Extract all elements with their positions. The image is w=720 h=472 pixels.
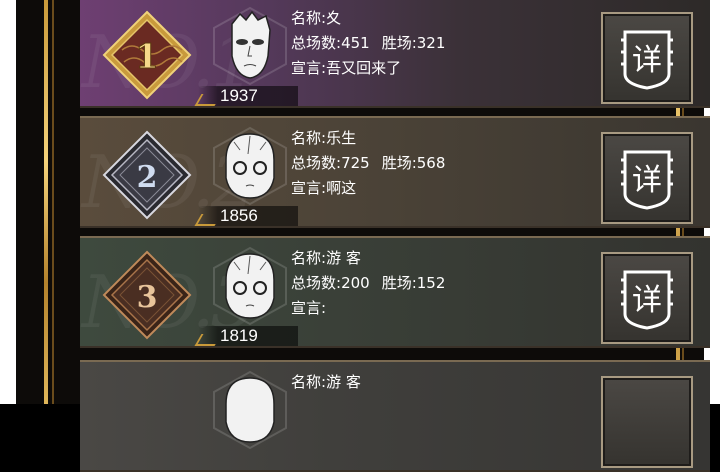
player-score: 1856 <box>220 206 258 225</box>
stats-line: 总场数:451 胜场:321 <box>291 34 446 52</box>
player-name: 游 客 <box>326 373 361 391</box>
detail-button[interactable]: 详 <box>601 132 693 224</box>
total-matches: 725 <box>341 154 370 172</box>
detail-button[interactable] <box>601 376 693 468</box>
detail-scroll-icon: 详 <box>621 150 673 210</box>
rank-badge-gold-icon: 1 <box>102 10 192 100</box>
player-score: 1819 <box>220 326 258 345</box>
leaderboard-row-3[interactable]: NO.3 3 1819 名称:游 客 总场数:200胜场:152 <box>80 236 710 348</box>
rank-number: 2 <box>137 160 158 195</box>
player-info: 名称:游 客 总场数:200 胜场:152 宣言: <box>291 246 445 321</box>
player-mask-avatar-icon <box>213 370 287 450</box>
player-name: 游 客 <box>326 249 361 267</box>
player-mask-avatar-icon <box>213 6 287 86</box>
detail-scroll-icon: 详 <box>621 30 673 90</box>
leaderboard-row-1[interactable]: NO.1 1 1937 名称:夊 总场数:451胜场:321 <box>80 0 710 108</box>
player-info: 名称:夊 总场数:451 胜场:321 宣言:吾又回来了 <box>291 6 445 81</box>
player-motto: 吾又回来了 <box>326 59 402 77</box>
player-name: 夊 <box>326 9 342 27</box>
motto-line: 宣言:啊这 <box>291 179 357 197</box>
name-line: 名称:游 客 <box>291 373 361 391</box>
left-screen-edge <box>0 0 16 404</box>
leaderboard-panel: NO.1 1 1937 名称:夊 总场数:451胜场:321 <box>16 0 710 472</box>
svg-text:详: 详 <box>632 283 662 318</box>
detail-button[interactable]: 详 <box>601 252 693 344</box>
player-info: 名称:游 客 <box>291 370 361 395</box>
detail-scroll-icon: 详 <box>621 270 673 330</box>
stats-line: 总场数:725 胜场:568 <box>291 154 446 172</box>
left-gold-frame <box>44 0 48 404</box>
name-line: 名称:乐生 <box>291 129 357 147</box>
name-line: 名称:游 客 <box>291 249 361 267</box>
player-motto: 啊这 <box>326 179 357 197</box>
win-count: 152 <box>416 274 446 292</box>
detail-button[interactable]: 详 <box>601 12 693 104</box>
motto-line: 宣言:吾又回来了 <box>291 59 402 77</box>
motto-line: 宣言: <box>291 299 327 317</box>
leaderboard-row-2[interactable]: NO.2 2 1856 名称:乐生 总场数:725胜场:568 <box>80 116 710 228</box>
name-line: 名称:夊 <box>291 9 342 27</box>
rank-badge-silver-icon: 2 <box>102 130 192 220</box>
rank-badge-bronze-icon: 3 <box>102 250 192 340</box>
win-count: 321 <box>416 34 446 52</box>
rank-number: 3 <box>137 280 158 315</box>
player-info: 名称:乐生 总场数:725 胜场:568 宣言:啊这 <box>291 126 445 201</box>
svg-text:详: 详 <box>632 43 662 78</box>
player-mask-avatar-icon <box>213 126 287 206</box>
total-matches: 200 <box>341 274 370 292</box>
win-count: 568 <box>416 154 446 172</box>
leaderboard-row-4[interactable]: 名称:游 客 <box>80 360 710 472</box>
svg-text:详: 详 <box>632 163 662 198</box>
player-score: 1937 <box>220 86 258 105</box>
left-inner-frame <box>52 0 54 404</box>
stats-line: 总场数:200 胜场:152 <box>291 274 446 292</box>
total-matches: 451 <box>341 34 370 52</box>
rank-number: 1 <box>135 37 159 77</box>
player-mask-avatar-icon <box>213 246 287 326</box>
player-name: 乐生 <box>326 129 357 147</box>
